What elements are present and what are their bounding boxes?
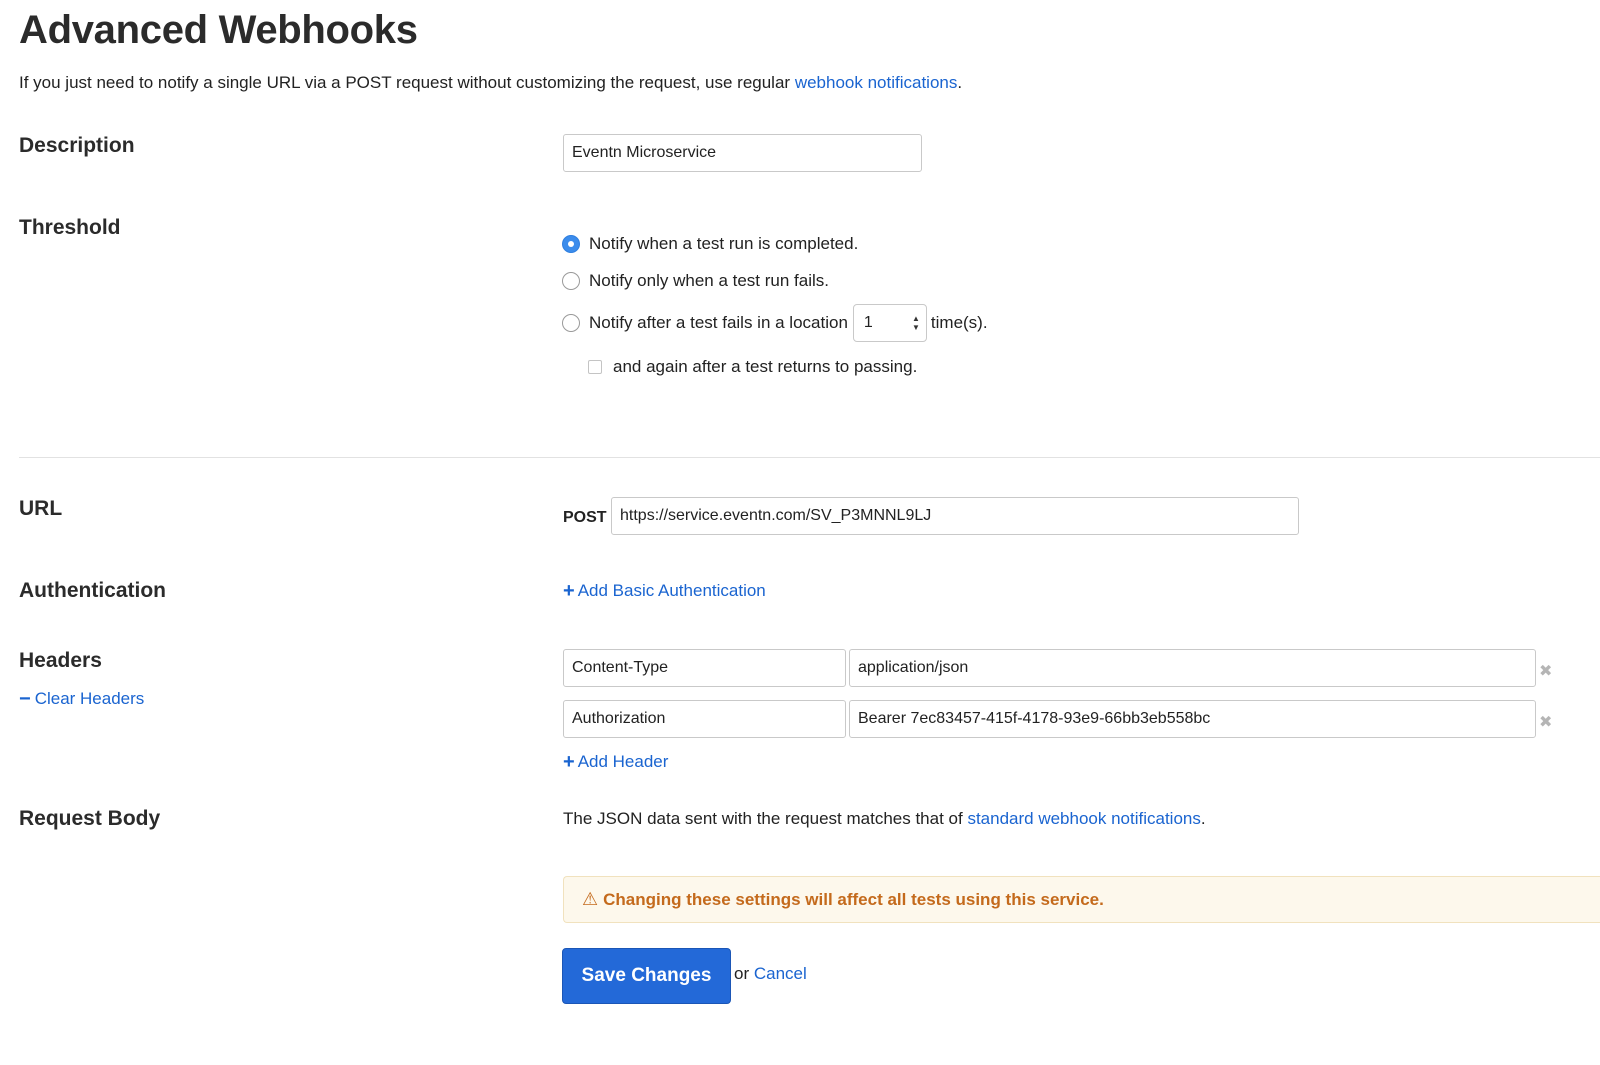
- header-value-input[interactable]: Bearer 7ec83457-415f-4178-93e9-66bb3eb55…: [849, 700, 1536, 738]
- authentication-label: Authentication: [19, 579, 166, 602]
- clear-headers-link[interactable]: − Clear Headers: [19, 689, 144, 709]
- add-basic-auth-label: Add Basic Authentication: [577, 581, 766, 600]
- request-body-text-end: .: [1200, 809, 1206, 828]
- request-body-text: The JSON data sent with the request matc…: [563, 809, 1206, 829]
- threshold-label: Threshold: [19, 216, 121, 239]
- add-header-label: Add Header: [577, 752, 669, 771]
- request-body-label: Request Body: [19, 807, 161, 830]
- url-label: URL: [19, 497, 63, 520]
- warning-alert: ⚠ Changing these settings will affect al…: [563, 876, 1600, 923]
- cancel-link[interactable]: Cancel: [754, 964, 807, 983]
- threshold-option-fails-label: Notify only when a test run fails.: [589, 271, 830, 290]
- again-passing-checkbox[interactable]: [588, 360, 602, 374]
- stepper-arrows-icon[interactable]: ▲ ▼: [912, 314, 920, 332]
- save-changes-button[interactable]: Save Changes: [562, 948, 731, 1004]
- intro-text-end: .: [957, 73, 963, 92]
- warning-icon: ⚠: [582, 889, 599, 909]
- webhook-notifications-link[interactable]: webhook notifications: [795, 73, 958, 92]
- plus-icon: +: [563, 751, 575, 773]
- section-divider: [19, 457, 1600, 458]
- remove-header-icon[interactable]: ✖: [1539, 661, 1552, 681]
- header-name-input[interactable]: Content-Type: [563, 649, 846, 687]
- location-count-stepper[interactable]: 1 ▲ ▼: [852, 304, 927, 342]
- page-title: Advanced Webhooks: [19, 8, 418, 52]
- description-input[interactable]: Eventn Microservice: [563, 134, 922, 172]
- request-body-description: The JSON data sent with the request matc…: [563, 809, 968, 828]
- threshold-option-completed-label: Notify when a test run is completed.: [589, 234, 859, 253]
- threshold-option-location[interactable]: Notify after a test fails in a location …: [562, 304, 988, 342]
- http-method: POST: [563, 509, 607, 526]
- threshold-option-location-label: Notify after a test fails in a location: [589, 313, 848, 332]
- again-passing-label: and again after a test returns to passin…: [613, 357, 918, 376]
- threshold-option-fails[interactable]: Notify only when a test run fails.: [562, 271, 829, 291]
- radio-location[interactable]: [562, 314, 580, 332]
- or-cancel: or Cancel: [734, 964, 807, 984]
- warning-text: Changing these settings will affect all …: [603, 889, 1104, 909]
- radio-fails[interactable]: [562, 272, 580, 290]
- location-count-value: 1: [863, 314, 873, 331]
- location-count-suffix: time(s).: [930, 313, 988, 332]
- description-label: Description: [19, 134, 135, 157]
- add-basic-auth-link[interactable]: + Add Basic Authentication: [563, 581, 766, 601]
- clear-headers-label: Clear Headers: [34, 689, 145, 708]
- remove-header-icon[interactable]: ✖: [1539, 712, 1552, 732]
- headers-label: Headers: [19, 649, 102, 672]
- or-text: or: [734, 964, 750, 983]
- minus-icon: −: [19, 688, 31, 710]
- intro-text-body: If you just need to notify a single URL …: [19, 73, 795, 92]
- advanced-webhooks-page: Advanced Webhooks If you just need to no…: [0, 0, 1600, 1065]
- threshold-option-completed[interactable]: Notify when a test run is completed.: [562, 234, 858, 254]
- radio-completed[interactable]: [562, 235, 580, 253]
- header-name-input[interactable]: Authorization: [563, 700, 846, 738]
- add-header-link[interactable]: + Add Header: [563, 752, 668, 772]
- again-passing-option[interactable]: and again after a test returns to passin…: [588, 357, 917, 377]
- header-value-input[interactable]: application/json: [849, 649, 1536, 687]
- url-input[interactable]: https://service.eventn.com/SV_P3MNNL9LJ: [611, 497, 1299, 535]
- plus-icon: +: [563, 580, 575, 602]
- intro-text: If you just need to notify a single URL …: [19, 73, 962, 93]
- standard-webhook-notifications-link[interactable]: standard webhook notifications: [967, 809, 1200, 828]
